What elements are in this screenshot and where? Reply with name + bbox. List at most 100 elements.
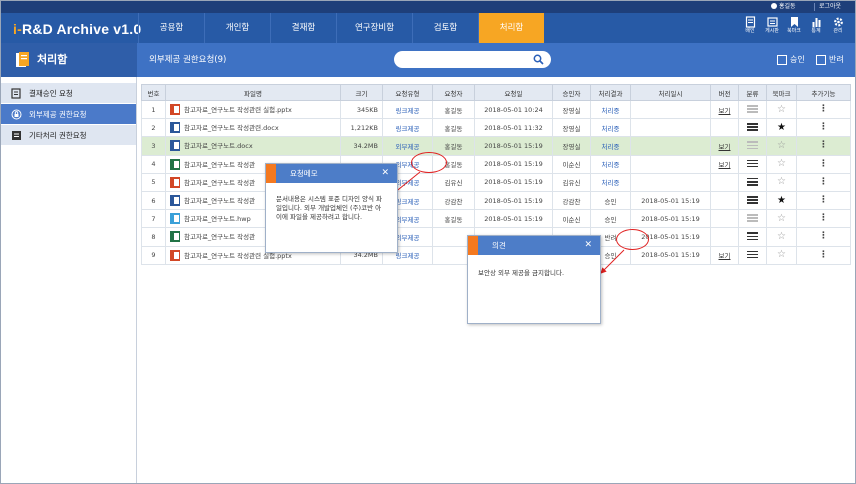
process-result[interactable]: 승인 (590, 190, 631, 211)
process-result[interactable]: 승인 (590, 209, 631, 229)
sidebar-item-approval-request[interactable]: 결재승인 요청 (1, 83, 136, 104)
table-row[interactable]: 2 참고자료_연구노트 작성관련.docx 1,212KB 링크제공 홍길동 2018-0… (141, 118, 851, 138)
version-cell[interactable] (710, 209, 739, 229)
category-cell[interactable] (738, 227, 767, 247)
more-cell[interactable]: ⋮ (796, 99, 851, 120)
column-header[interactable]: 처리일시 (630, 84, 711, 101)
category-cell[interactable] (738, 154, 767, 174)
column-header[interactable]: 번호 (141, 84, 166, 101)
close-icon[interactable]: ✕ (584, 239, 592, 251)
column-header[interactable]: 요청일 (474, 84, 553, 101)
search-input[interactable] (394, 51, 551, 68)
tab-personal[interactable]: 개인함 (204, 13, 270, 43)
star-icon[interactable]: ☆ (777, 213, 786, 224)
star-icon[interactable]: ☆ (777, 140, 786, 151)
table-row[interactable]: 5 참고자료_연구노트 작성관 외부제공 김유신 2018-05-01 15:19 김유신… (141, 172, 851, 192)
list-icon[interactable] (747, 123, 758, 132)
more-options-icon[interactable]: ⋮ (819, 250, 828, 260)
version-cell[interactable]: 보기 (710, 136, 739, 156)
category-cell[interactable] (738, 99, 767, 120)
category-cell[interactable] (738, 172, 767, 192)
star-icon[interactable]: ☆ (777, 158, 786, 169)
reject-button[interactable]: 반려 (816, 54, 844, 66)
more-cell[interactable]: ⋮ (796, 154, 851, 174)
more-options-icon[interactable]: ⋮ (819, 177, 828, 187)
sidebar-item-other-request[interactable]: 기타처리 권한요청 (1, 125, 136, 146)
more-cell[interactable]: ⋮ (796, 227, 851, 247)
view-version-link[interactable]: 보기 (719, 143, 731, 151)
more-options-icon[interactable]: ⋮ (819, 140, 828, 150)
current-user[interactable]: 홍길동 (771, 3, 796, 11)
version-cell[interactable]: 보기 (710, 154, 739, 174)
view-version-link[interactable]: 보기 (719, 161, 731, 169)
file-name-cell[interactable]: 참고자료_연구노트 작성관련 실험.pptx (165, 99, 341, 120)
star-icon[interactable]: ☆ (777, 176, 786, 187)
search-icon[interactable] (533, 54, 544, 65)
list-icon[interactable] (747, 196, 758, 204)
bookmark-cell[interactable]: ★ (766, 190, 797, 211)
more-options-icon[interactable]: ⋮ (819, 159, 828, 169)
more-cell[interactable]: ⋮ (796, 172, 851, 192)
request-type[interactable]: 링크제공 (382, 99, 433, 120)
view-version-link[interactable]: 보기 (719, 107, 731, 115)
more-options-icon[interactable]: ⋮ (819, 195, 828, 205)
file-name[interactable]: 참고자료_연구노트 작성관련 실험.pptx (184, 106, 292, 114)
more-cell[interactable]: ⋮ (796, 118, 851, 138)
list-icon[interactable] (747, 159, 758, 168)
app-logo[interactable]: i-R&D Archive v1.0 (13, 21, 141, 37)
file-name[interactable]: 참고자료_연구노트 작성관 (184, 197, 255, 205)
more-cell[interactable]: ⋮ (796, 245, 851, 265)
table-row[interactable]: 4 참고자료_연구노트 작성관 외부제공 홍길동 2018-05-01 15:19 이순신… (141, 154, 851, 174)
version-cell[interactable] (710, 118, 739, 138)
column-header[interactable]: 요청자 (432, 84, 475, 101)
tool-stats[interactable]: 통계 (805, 15, 827, 35)
more-options-icon[interactable]: ⋮ (819, 104, 828, 114)
column-header[interactable]: 버전 (710, 84, 739, 101)
file-name-cell[interactable]: 참고자료_연구노트.docx (165, 136, 341, 156)
column-header[interactable]: 요청유형 (382, 84, 433, 101)
file-name[interactable]: 참고자료_연구노트.docx (184, 142, 253, 150)
table-row[interactable]: 6 참고자료_연구노트 작성관 링크제공 강감찬 2018-05-01 15:19 강감찬… (141, 190, 851, 211)
version-cell[interactable] (710, 227, 739, 247)
process-result[interactable]: 처리중 (590, 99, 631, 120)
version-cell[interactable]: 보기 (710, 99, 739, 120)
bookmark-cell[interactable]: ☆ (766, 136, 797, 156)
star-icon[interactable]: ★ (777, 195, 786, 206)
table-row[interactable]: 3 참고자료_연구노트.docx 34.2MB 외부제공 홍길동 2018-05-01 1… (141, 136, 851, 156)
bookmark-cell[interactable]: ☆ (766, 209, 797, 229)
column-header[interactable]: 크기 (340, 84, 383, 101)
bookmark-cell[interactable]: ☆ (766, 245, 797, 265)
tab-processing[interactable]: 처리함 (478, 13, 544, 43)
file-name[interactable]: 참고자료_연구노트 작성관련.docx (184, 124, 279, 132)
category-cell[interactable] (738, 245, 767, 265)
tool-bookmark[interactable]: 북마크 (783, 15, 805, 35)
category-cell[interactable] (738, 190, 767, 211)
tab-approval[interactable]: 결재함 (270, 13, 336, 43)
more-cell[interactable]: ⋮ (796, 190, 851, 211)
list-icon[interactable] (747, 214, 758, 222)
process-result[interactable]: 처리중 (590, 172, 631, 192)
file-name[interactable]: 참고자료_연구노트.hwp (184, 215, 251, 223)
tool-board[interactable]: 게시판 (761, 15, 783, 35)
process-result[interactable]: 처리중 (590, 136, 631, 156)
star-icon[interactable]: ★ (777, 122, 786, 133)
version-cell[interactable]: 보기 (710, 245, 739, 265)
tool-delivery[interactable]: 배인 (739, 15, 761, 35)
column-header[interactable]: 추가기능 (796, 84, 851, 101)
column-header[interactable]: 파일명 (165, 84, 341, 101)
logout-link[interactable]: 로그아웃 (814, 3, 841, 11)
list-icon[interactable] (747, 105, 758, 113)
close-icon[interactable]: ✕ (381, 167, 389, 179)
tab-review[interactable]: 검토함 (412, 13, 478, 43)
bookmark-cell[interactable]: ☆ (766, 99, 797, 120)
file-name[interactable]: 참고자료_연구노트 작성관 (184, 233, 255, 241)
table-row[interactable]: 7 참고자료_연구노트.hwp 외부제공 홍길동 2018-05-01 15:19 이순신… (141, 209, 851, 229)
bookmark-cell[interactable]: ☆ (766, 154, 797, 174)
star-icon[interactable]: ☆ (777, 104, 786, 115)
category-cell[interactable] (738, 118, 767, 138)
column-header[interactable]: 승인자 (552, 84, 591, 101)
file-name[interactable]: 참고자료_연구노트 작성관 (184, 179, 255, 187)
sidebar-item-external-request[interactable]: 외부제공 권한요청 (1, 104, 136, 125)
category-cell[interactable] (738, 209, 767, 229)
bookmark-cell[interactable]: ☆ (766, 227, 797, 247)
